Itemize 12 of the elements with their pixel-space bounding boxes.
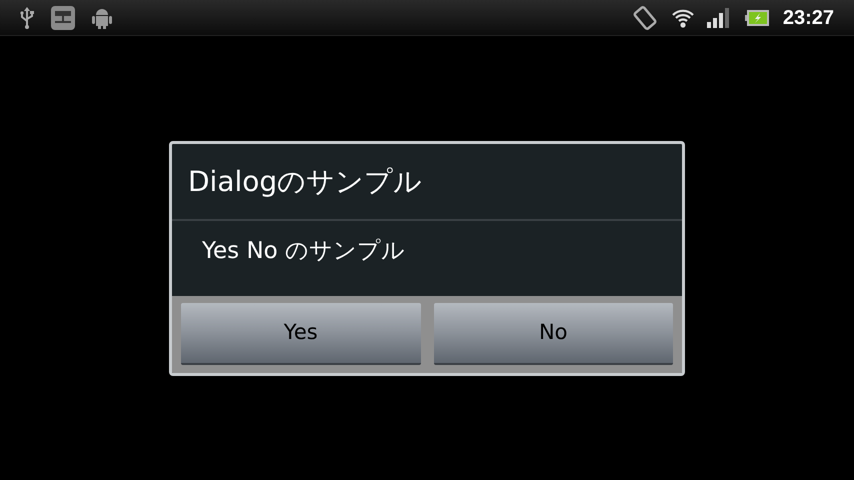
dialog-title: Dialogのサンプル	[188, 164, 422, 200]
android-icon	[92, 6, 112, 28]
dialog-message: Yes No のサンプル	[202, 237, 406, 266]
signal-icon	[706, 8, 729, 28]
dialog-button[interactable]: No	[434, 303, 673, 365]
usb-icon	[20, 6, 34, 28]
wifi-icon	[670, 6, 695, 28]
clock-time: 23:27	[782, 6, 834, 30]
battery-icon	[744, 10, 769, 26]
dialog-button[interactable]: Yes	[181, 303, 420, 365]
network-icon	[51, 6, 75, 30]
rotation-icon	[632, 4, 657, 30]
